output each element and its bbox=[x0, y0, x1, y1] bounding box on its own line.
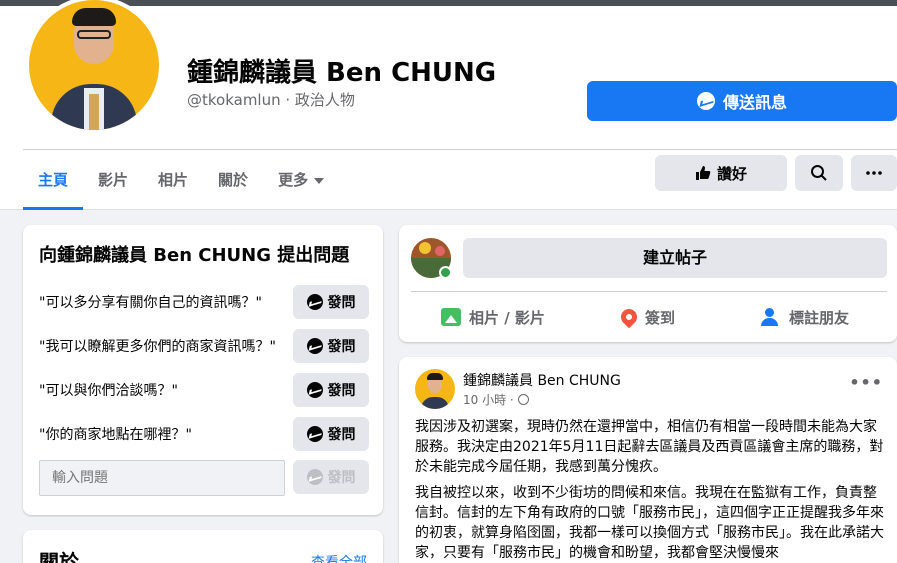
messenger-icon bbox=[306, 382, 323, 398]
post-card: 鍾錦麟議員 Ben CHUNG 10 小時 · ••• 我因涉及初選案，現時仍然… bbox=[399, 357, 897, 563]
thumbs-up-icon bbox=[695, 166, 711, 180]
page-tabs: 主頁 影片 相片 關於 更多 bbox=[23, 150, 339, 210]
question-row: "你的商家地點在哪裡？" 發問 bbox=[39, 416, 369, 452]
tag-people-icon bbox=[761, 308, 781, 326]
post-time-text: 10 小時 · bbox=[463, 393, 514, 407]
messenger-icon bbox=[306, 426, 323, 442]
photo-icon bbox=[441, 308, 461, 326]
ask-submit-button[interactable]: 發問 bbox=[293, 460, 369, 494]
ask-question-card: 向鍾錦麟議員 Ben CHUNG 提出問題 "可以多分享有關你自己的資訊嗎？" … bbox=[23, 225, 383, 515]
create-post-card: 建立帖子 相片 / 影片 簽到 標註朋友 bbox=[399, 225, 897, 342]
messenger-icon bbox=[306, 338, 323, 354]
tab-videos[interactable]: 影片 bbox=[83, 150, 143, 210]
about-title: 關於 bbox=[39, 550, 79, 563]
send-message-label: 傳送訊息 bbox=[722, 93, 787, 112]
ask-button[interactable]: 發問 bbox=[293, 373, 369, 407]
post-author-name[interactable]: 鍾錦麟議員 Ben CHUNG bbox=[463, 370, 621, 390]
tab-photos[interactable]: 相片 bbox=[143, 150, 203, 210]
ask-button-label: 發問 bbox=[327, 339, 356, 355]
composer-divider bbox=[411, 291, 887, 292]
ask-button-label: 發問 bbox=[327, 295, 356, 311]
check-in-label: 簽到 bbox=[645, 308, 676, 327]
question-text: "可以與你們洽談嗎？" bbox=[39, 383, 178, 399]
ask-button[interactable]: 發問 bbox=[293, 417, 369, 451]
about-card: 關於 查看全部 bbox=[23, 530, 383, 563]
page-search-button[interactable] bbox=[795, 155, 843, 191]
ask-button-label: 發問 bbox=[327, 383, 356, 399]
ellipsis-icon bbox=[866, 171, 882, 175]
post-paragraph: 我因涉及初選案，現時仍然在還押當中，相信仍有相當一段時間未能為大家服務。我決定由… bbox=[415, 419, 884, 475]
profile-photo bbox=[29, 0, 159, 130]
ask-button-label: 發問 bbox=[327, 427, 356, 443]
question-text: "你的商家地點在哪裡？" bbox=[39, 427, 192, 443]
photo-video-label: 相片 / 影片 bbox=[469, 308, 545, 327]
question-row: "可以多分享有關你自己的資訊嗎？" 發問 bbox=[39, 284, 369, 320]
location-pin-icon bbox=[617, 305, 641, 329]
tag-friends-label: 標註朋友 bbox=[789, 308, 850, 327]
question-text: "我可以瞭解更多你們的商家資訊嗎？" bbox=[39, 339, 276, 355]
tab-more-label: 更多 bbox=[278, 171, 309, 189]
like-label: 讚好 bbox=[716, 164, 747, 183]
tag-friends-button[interactable]: 標註朋友 bbox=[761, 297, 849, 337]
search-icon bbox=[811, 165, 827, 181]
messenger-icon bbox=[306, 469, 323, 485]
tab-home[interactable]: 主頁 bbox=[23, 150, 84, 210]
create-post-button[interactable]: 建立帖子 bbox=[463, 238, 887, 278]
ask-button[interactable]: 發問 bbox=[293, 329, 369, 363]
post-options-icon[interactable]: ••• bbox=[849, 373, 883, 392]
ask-button[interactable]: 發問 bbox=[293, 285, 369, 319]
question-text: "可以多分享有關你自己的資訊嗎？" bbox=[39, 295, 262, 311]
post-author-avatar[interactable] bbox=[415, 369, 455, 409]
ask-submit-label: 發問 bbox=[327, 470, 356, 486]
question-input[interactable] bbox=[39, 460, 285, 496]
photo-glasses bbox=[77, 30, 111, 39]
photo-tie bbox=[89, 94, 99, 130]
question-row: "可以與你們洽談嗎？" 發問 bbox=[39, 372, 369, 408]
online-status-dot bbox=[439, 266, 452, 279]
check-in-button[interactable]: 簽到 bbox=[617, 297, 676, 337]
question-row: "我可以瞭解更多你們的商家資訊嗎？" 發問 bbox=[39, 328, 369, 364]
more-options-button[interactable] bbox=[851, 155, 897, 191]
tab-about[interactable]: 關於 bbox=[203, 150, 263, 210]
ask-card-title: 向鍾錦麟議員 Ben CHUNG 提出問題 bbox=[39, 245, 350, 266]
photo-video-button[interactable]: 相片 / 影片 bbox=[441, 297, 545, 337]
profile-avatar[interactable] bbox=[25, 0, 163, 134]
messenger-icon bbox=[306, 294, 323, 310]
caret-down-icon bbox=[314, 177, 325, 184]
messenger-icon bbox=[696, 92, 715, 110]
post-paragraph: 我自被控以來，收到不少街坊的問候和來信。我現在在監獄有工作，負責整信封。信封的左… bbox=[415, 485, 884, 561]
tab-more[interactable]: 更多 bbox=[263, 150, 339, 210]
post-timestamp[interactable]: 10 小時 · bbox=[463, 391, 529, 408]
see-all-link[interactable]: 查看全部 bbox=[311, 552, 367, 563]
page-handle: @tkokamlun · 政治人物 bbox=[187, 91, 355, 109]
page-title: 鍾錦麟議員 Ben CHUNG bbox=[187, 58, 497, 88]
like-button[interactable]: 讚好 bbox=[655, 155, 787, 191]
globe-icon bbox=[517, 394, 529, 405]
send-message-button[interactable]: 傳送訊息 bbox=[587, 81, 897, 121]
photo-hair bbox=[72, 8, 116, 26]
